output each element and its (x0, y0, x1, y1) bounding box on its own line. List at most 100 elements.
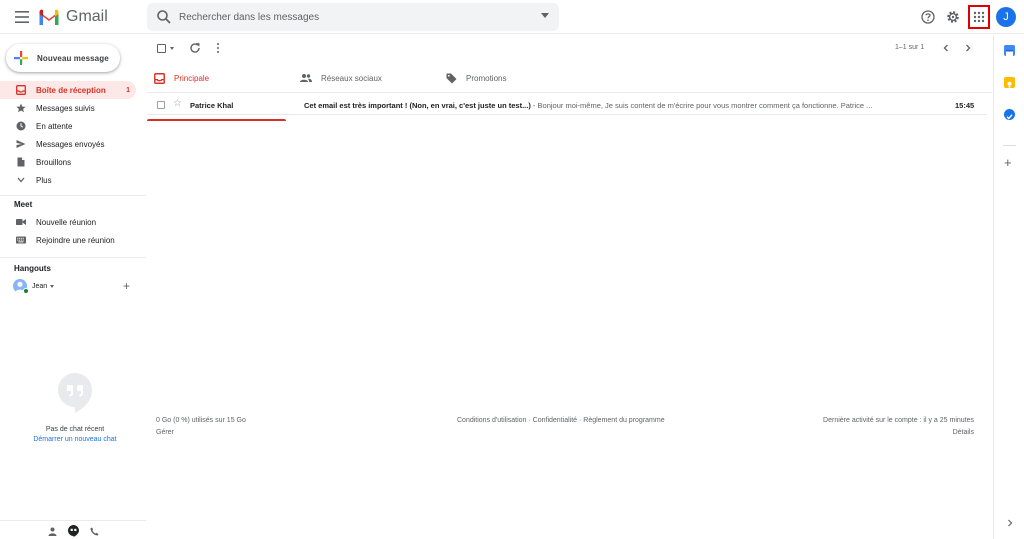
sidebar-item-snoozed[interactable]: En attente (0, 117, 146, 135)
inbox-icon (16, 85, 26, 95)
activity-details-link[interactable]: Détails (953, 429, 974, 436)
hangouts-user-name: Jean (32, 282, 48, 290)
email-snippet: Bonjour moi-même, Je suis content de m'é… (537, 101, 873, 110)
inbox-icon (153, 72, 165, 84)
email-sender: Patrice Khal (190, 101, 234, 110)
sidebar-item-label: Messages envoyés (36, 139, 105, 149)
draft-icon (16, 157, 26, 167)
sidebar-bottom-bar (0, 520, 146, 539)
category-tabs: Principale Réseaux sociaux Promotions (147, 63, 992, 121)
main-content: 1–1 sur 1 Principale Réseaux sociaux Pro… (147, 35, 992, 539)
search-bar (147, 3, 559, 31)
refresh-icon[interactable] (189, 42, 201, 54)
tag-icon (445, 72, 457, 84)
unread-count-badge: 1 (126, 86, 130, 94)
sidebar-item-inbox[interactable]: Boîte de réception 1 (0, 81, 136, 99)
manage-storage-link[interactable]: Gérer (156, 429, 174, 436)
top-bar: Gmail J (0, 0, 1024, 34)
chevron-down-icon (16, 175, 26, 185)
tab-label: Principale (174, 73, 210, 83)
chat-bubble-icon (58, 373, 92, 413)
sidebar-item-label: Brouillons (36, 157, 72, 167)
previous-page-icon[interactable] (940, 42, 952, 54)
side-panel: + (993, 35, 1024, 539)
footer-links: Conditions d'utilisation · Confidentiali… (457, 417, 665, 424)
get-addons-plus-icon[interactable]: + (1004, 156, 1012, 169)
meet-item-label: Nouvelle réunion (36, 217, 97, 227)
hangouts-chat-icon[interactable] (67, 525, 79, 537)
tab-promotions[interactable]: Promotions (445, 63, 506, 93)
gmail-m-icon (39, 9, 59, 25)
sidebar-item-more[interactable]: Plus (0, 171, 146, 189)
select-all-checkbox[interactable] (157, 44, 166, 53)
divider (1003, 145, 1016, 146)
video-icon (16, 217, 26, 227)
chat-empty-state: Pas de chat récent Démarrer un nouveau c… (0, 373, 150, 443)
keep-icon[interactable] (1004, 77, 1015, 88)
compose-label: Nouveau message (37, 53, 109, 63)
people-icon (300, 72, 312, 84)
add-contact-plus-icon[interactable]: + (123, 280, 130, 292)
meet-section-title: Meet (14, 200, 33, 209)
compose-plus-icon (14, 51, 28, 65)
star-icon (16, 103, 26, 113)
send-icon (16, 139, 26, 149)
divider (0, 195, 146, 196)
app-name: Gmail (66, 8, 108, 25)
email-row[interactable]: ☆ Patrice Khal Cet email est très import… (147, 95, 987, 115)
sidebar-item-label: Plus (36, 175, 52, 185)
sidebar-item-label: En attente (36, 121, 73, 131)
no-recent-chat-text: Pas de chat récent (45, 426, 105, 433)
email-select-checkbox[interactable] (157, 101, 165, 109)
mail-nav: Boîte de réception 1 Messages suivis En … (0, 81, 146, 189)
mail-toolbar: 1–1 sur 1 (147, 35, 992, 61)
sidebar: Nouveau message Boîte de réception 1 Mes… (0, 35, 146, 539)
calendar-icon[interactable] (1004, 45, 1015, 56)
help-icon[interactable] (918, 7, 938, 27)
email-preview: Cet email est très important ! (Non, en … (304, 101, 924, 110)
star-outline-icon[interactable]: ☆ (173, 98, 182, 110)
account-avatar[interactable]: J (996, 7, 1016, 27)
divider (0, 257, 146, 258)
sidebar-item-sent[interactable]: Messages envoyés (0, 135, 146, 153)
phone-icon[interactable] (88, 525, 100, 537)
tab-primary[interactable]: Principale (153, 63, 209, 93)
new-meeting-item[interactable]: Nouvelle réunion (0, 213, 146, 231)
email-subject: Cet email est très important ! (Non, en … (304, 101, 531, 110)
email-time: 15:45 (955, 101, 975, 110)
compose-button[interactable]: Nouveau message (6, 44, 120, 72)
select-options-caret-icon[interactable] (170, 47, 174, 50)
google-apps-grid-icon[interactable] (968, 5, 990, 29)
privacy-link[interactable]: Confidentialité (533, 417, 577, 424)
expand-panel-chevron-icon[interactable] (1006, 519, 1014, 527)
tab-social[interactable]: Réseaux sociaux (300, 63, 382, 93)
sidebar-item-drafts[interactable]: Brouillons (0, 153, 146, 171)
search-options-caret-icon[interactable] (541, 13, 549, 18)
tab-label: Réseaux sociaux (321, 73, 382, 83)
next-page-icon[interactable] (962, 42, 974, 54)
tab-label: Promotions (466, 73, 507, 83)
storage-usage: 0 Go (0 %) utilisés sur 15 Go (156, 417, 246, 424)
meet-list: Nouvelle réunion Rejoindre une réunion (0, 213, 146, 249)
main-menu-icon[interactable] (12, 7, 32, 27)
gmail-logo[interactable]: Gmail (38, 6, 108, 28)
tasks-icon[interactable] (1004, 109, 1015, 120)
gmail-window: Gmail J (0, 0, 1024, 539)
clock-icon (16, 121, 26, 131)
person-icon[interactable] (46, 525, 58, 537)
terms-link[interactable]: Conditions d'utilisation (457, 417, 526, 424)
settings-gear-icon[interactable] (943, 7, 963, 27)
search-icon[interactable] (156, 9, 172, 25)
hangouts-section-title: Hangouts (14, 264, 51, 273)
pagination-range: 1–1 sur 1 (895, 44, 925, 51)
email-separator: - (530, 101, 538, 110)
more-options-icon[interactable] (213, 42, 223, 54)
start-new-chat-link[interactable]: Démarrer un nouveau chat (0, 436, 150, 443)
meet-item-label: Rejoindre une réunion (36, 235, 115, 245)
join-meeting-item[interactable]: Rejoindre une réunion (0, 231, 146, 249)
sidebar-item-starred[interactable]: Messages suivis (0, 99, 146, 117)
search-input[interactable] (179, 9, 519, 25)
last-account-activity: Dernière activité sur le compte : il y a… (823, 417, 974, 424)
active-tab-indicator (147, 119, 286, 121)
program-policies-link[interactable]: Règlement du programme (583, 417, 664, 424)
